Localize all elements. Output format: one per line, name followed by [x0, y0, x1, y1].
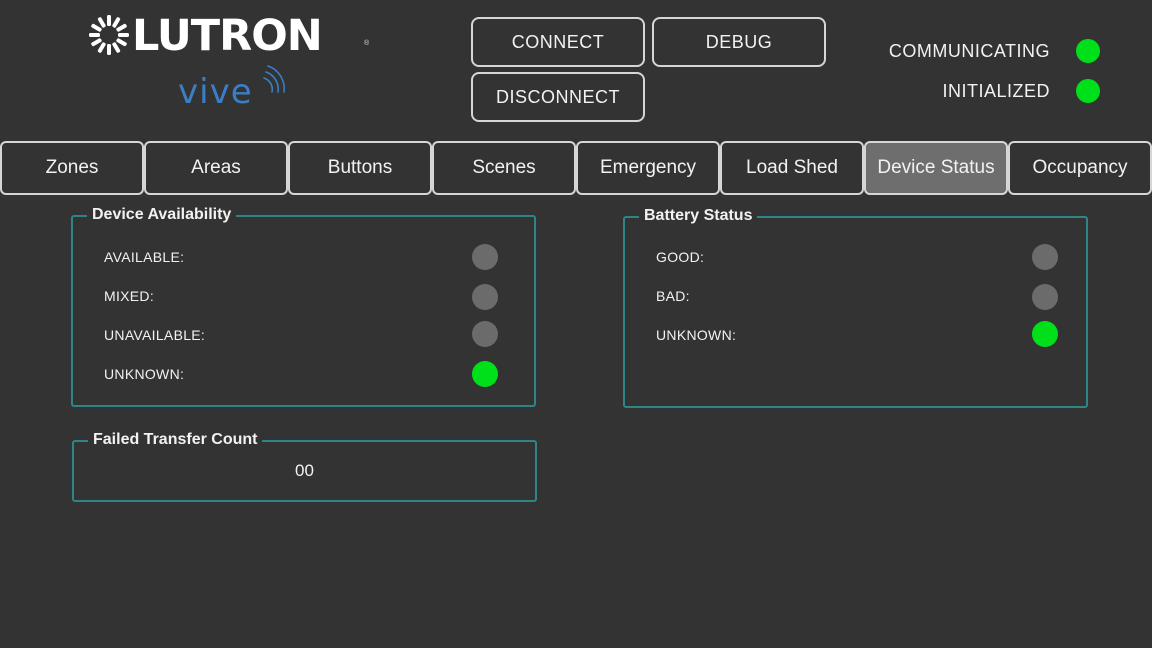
available-indicator [472, 244, 498, 270]
availability-unknown-label: UNKNOWN: [104, 366, 185, 382]
battery-bad-label: BAD: [656, 288, 690, 304]
battery-status-group: Battery Status GOOD: BAD: UNKNOWN: [623, 205, 1088, 408]
battery-good-label: GOOD: [656, 249, 705, 265]
available-label: AVAILABLE: [104, 249, 185, 265]
tab-load-shed[interactable]: Load Shed [720, 141, 864, 195]
tab-occupancy[interactable]: Occupancy [1008, 141, 1152, 195]
communicating-indicator [1076, 39, 1100, 63]
failed-transfer-title: Failed Transfer Count [88, 429, 263, 451]
tab-bar: Zones Areas Buttons Scenes Emergency Loa… [0, 141, 1152, 195]
tab-areas[interactable]: Areas [144, 141, 288, 195]
mixed-label: MIXED: [104, 288, 155, 304]
mixed-indicator [472, 284, 498, 310]
lutron-vive-logo: LUTRON ® vive [88, 12, 378, 118]
tab-device-status[interactable]: Device Status [864, 141, 1008, 195]
battery-unknown-indicator [1032, 321, 1058, 347]
failed-transfer-count: 00 [295, 461, 314, 480]
lutron-sunburst-icon [89, 15, 129, 55]
connect-button[interactable]: CONNECT [471, 17, 645, 67]
brand-wordmark: LUTRON [132, 11, 323, 61]
battery-bad-indicator [1032, 284, 1058, 310]
tab-zones[interactable]: Zones [0, 141, 144, 195]
disconnect-button[interactable]: DISCONNECT [471, 72, 645, 122]
initialized-indicator [1076, 79, 1100, 103]
registered-mark: ® [364, 40, 370, 47]
product-wordmark: vive [178, 72, 253, 112]
battery-status-title: Battery Status [639, 205, 758, 227]
unavailable-indicator [472, 321, 498, 347]
battery-good-indicator [1032, 244, 1058, 270]
device-availability-group: Device Availability AVAILABLE: MIXED: UN… [71, 204, 536, 407]
availability-unknown-indicator [472, 361, 498, 387]
device-availability-title: Device Availability [87, 204, 237, 226]
wireless-signal-icon [263, 65, 286, 93]
communicating-label: COMMUNICATING [888, 41, 1050, 61]
tab-scenes[interactable]: Scenes [432, 141, 576, 195]
tab-buttons[interactable]: Buttons [288, 141, 432, 195]
tab-emergency[interactable]: Emergency [576, 141, 720, 195]
failed-transfer-group: Failed Transfer Count 00 [72, 429, 537, 502]
debug-button[interactable]: DEBUG [652, 17, 826, 67]
initialized-label: INITIALIZED [942, 81, 1050, 101]
unavailable-label: UNAVAILABLE: [104, 327, 206, 343]
battery-unknown-label: UNKNOWN: [656, 327, 737, 343]
